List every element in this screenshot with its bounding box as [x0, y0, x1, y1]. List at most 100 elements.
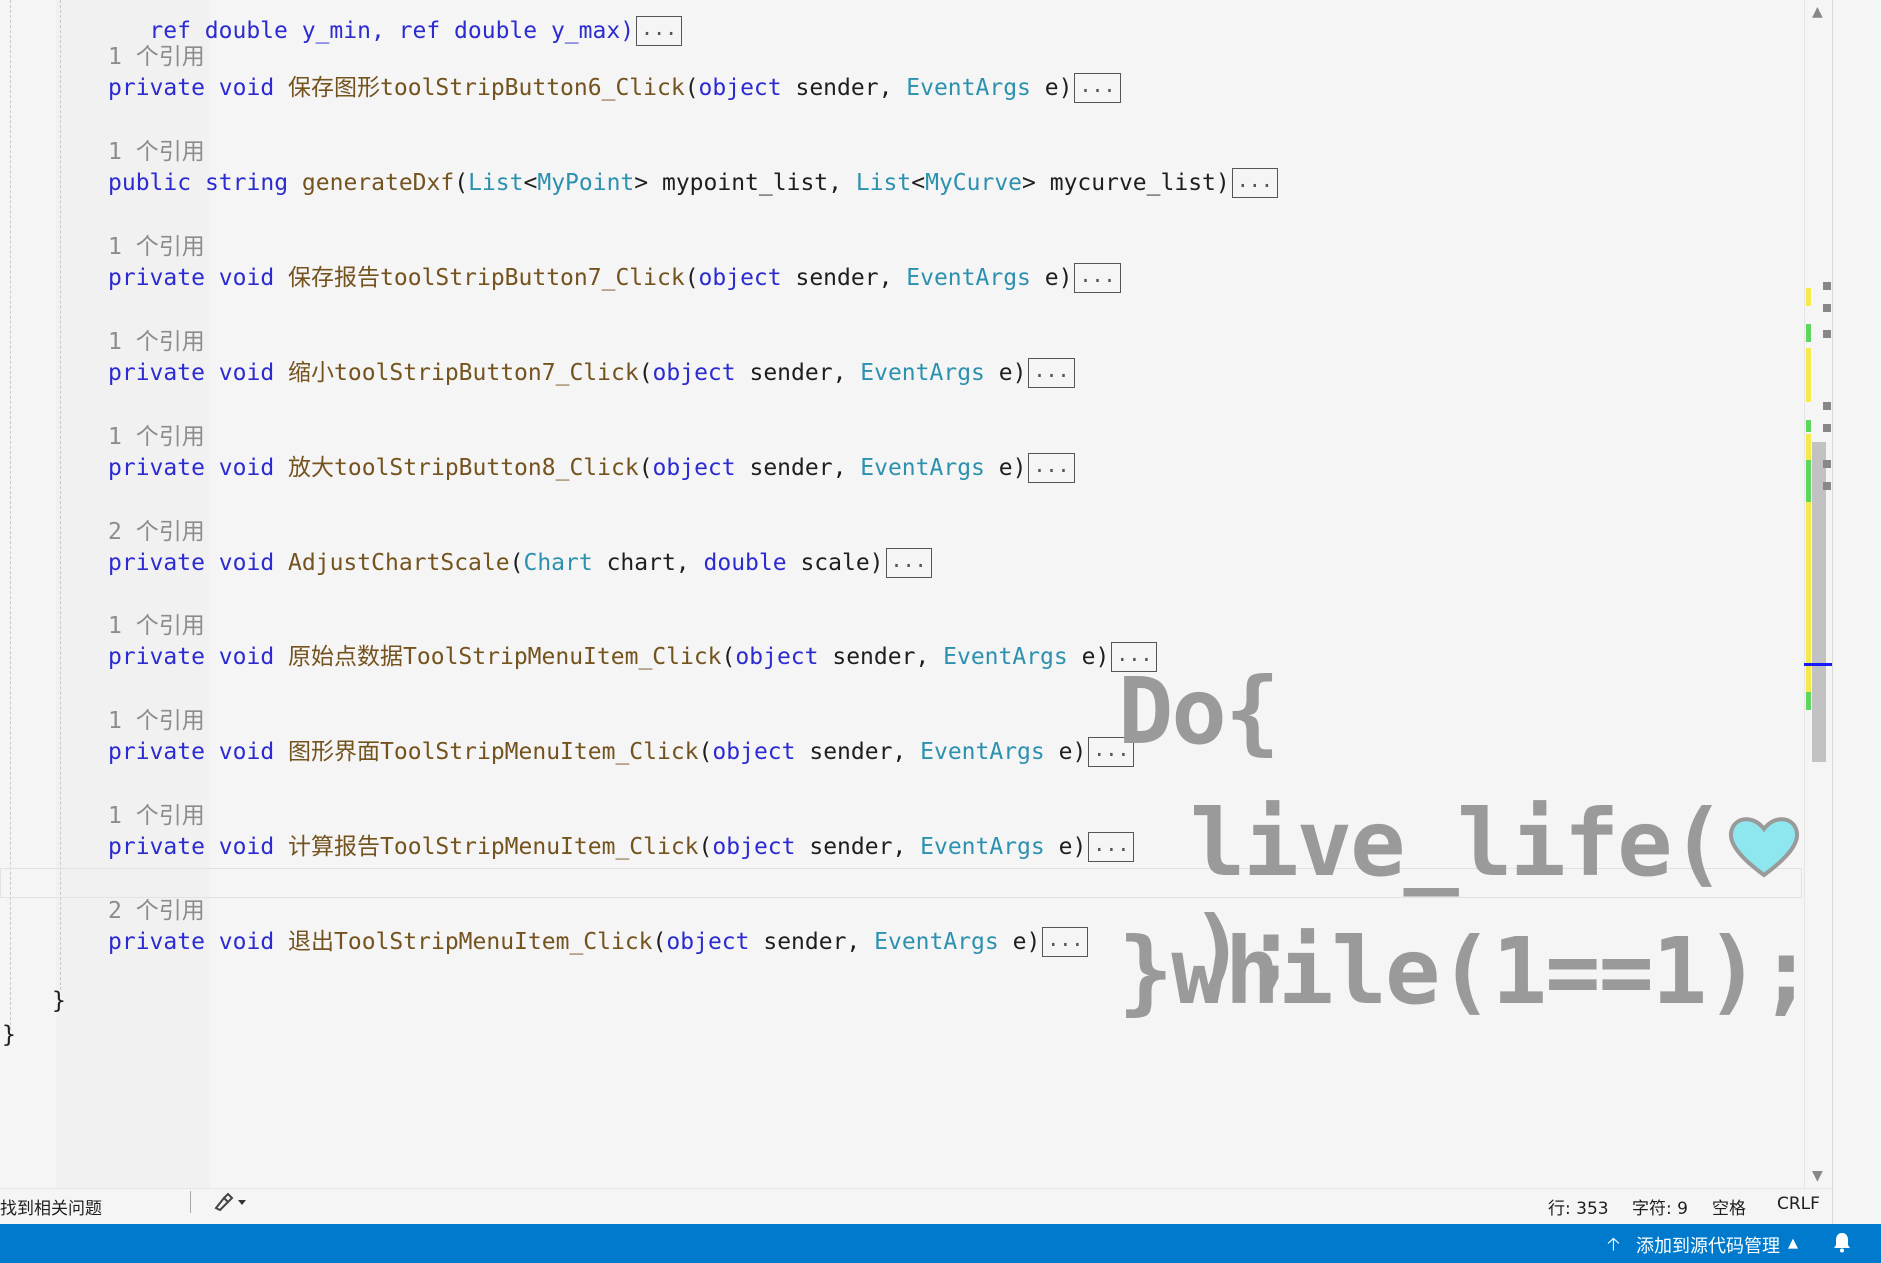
line-number[interactable]: 行: 353: [1548, 1194, 1609, 1219]
char-number[interactable]: 字符: 9: [1632, 1194, 1688, 1219]
code-token: (: [698, 739, 713, 766]
method-signature[interactable]: private void 计算报告ToolStripMenuItem_Click…: [108, 832, 1135, 863]
method-signature[interactable]: private void 保存报告toolStripButton7_Click(…: [108, 262, 1121, 293]
code-token: e): [1044, 739, 1087, 766]
change-marker: [1806, 420, 1811, 432]
code-token: 缩小toolStripButton7_Click: [288, 359, 639, 386]
code-token: void: [218, 739, 275, 766]
scrollbar-thumb[interactable]: [1812, 442, 1826, 762]
method-signature[interactable]: private void 缩小toolStripButton7_Click(ob…: [108, 357, 1075, 388]
change-marker: [1806, 348, 1811, 402]
code-token: List: [855, 169, 912, 196]
reference-count[interactable]: 1 个引用: [108, 232, 205, 262]
code-token: void: [218, 454, 275, 481]
collapsed-block[interactable]: ...: [1074, 262, 1121, 293]
collapsed-block[interactable]: ...: [636, 16, 683, 46]
line-ending[interactable]: CRLF: [1777, 1194, 1820, 1214]
code-token: 计算报告ToolStripMenuItem_Click: [288, 834, 699, 861]
reference-count[interactable]: 1 个引用: [108, 327, 205, 357]
code-token: EventArgs: [920, 834, 1045, 861]
change-marker: [1806, 324, 1811, 342]
method-signature[interactable]: public string generateDxf(List<MyPoint> …: [108, 167, 1278, 198]
fragment-text: ref double y_min, ref double y_max): [149, 18, 635, 44]
code-token: private: [108, 929, 205, 956]
code-token: object: [652, 454, 736, 481]
code-token: public: [108, 169, 192, 196]
indent-mode[interactable]: 空格: [1712, 1194, 1746, 1219]
upload-arrow-icon[interactable]: 🡡: [1607, 1232, 1620, 1262]
source-control-button[interactable]: 添加到源代码管理: [1636, 1232, 1780, 1258]
code-token: EventArgs: [906, 264, 1031, 291]
method-signature[interactable]: private void 放大toolStripButton8_Click(ob…: [108, 452, 1075, 483]
reference-count[interactable]: 1 个引用: [108, 611, 205, 641]
collapsed-block[interactable]: ...: [1231, 167, 1278, 198]
issues-status[interactable]: 找到相关问题: [0, 1194, 102, 1219]
map-marker: [1823, 330, 1831, 338]
code-token: sender,: [795, 834, 921, 861]
code-token: AdjustChartScale: [288, 549, 510, 576]
reference-count[interactable]: 1 个引用: [108, 137, 205, 167]
reference-count[interactable]: 1 个引用: [108, 422, 205, 452]
code-token: e): [1030, 264, 1073, 291]
code-token: object: [666, 929, 750, 956]
bell-icon[interactable]: [1830, 1230, 1854, 1259]
code-token: MyCurve: [925, 169, 1023, 196]
code-token: sender,: [781, 264, 907, 291]
code-token: (: [509, 549, 524, 576]
code-line-fragment[interactable]: ref double y_min, ref double y_max)...: [94, 0, 683, 46]
method-signature[interactable]: private void 原始点数据ToolStripMenuItem_Clic…: [108, 642, 1158, 673]
scroll-up-arrow[interactable]: ▲: [1812, 4, 1823, 20]
method-signature[interactable]: private void 保存图形toolStripButton6_Click(…: [108, 73, 1121, 103]
code-editor[interactable]: ref double y_min, ref double y_max)... 1…: [0, 0, 1832, 1188]
brush-icon[interactable]: [212, 1192, 248, 1217]
reference-count[interactable]: 1 个引用: [108, 706, 205, 736]
collapsed-block[interactable]: ...: [1042, 927, 1089, 958]
reference-count[interactable]: 2 个引用: [108, 517, 205, 547]
code-token: e): [1030, 75, 1073, 101]
method-signature[interactable]: private void 退出ToolStripMenuItem_Click(o…: [108, 927, 1089, 958]
change-marker: [1806, 434, 1811, 460]
reference-count[interactable]: 2 个引用: [108, 896, 205, 926]
code-token: e): [1067, 644, 1110, 671]
caret-up-icon[interactable]: ▲: [1788, 1236, 1798, 1251]
collapsed-block[interactable]: ...: [1028, 452, 1075, 483]
code-token: 保存报告toolStripButton7_Click: [288, 264, 685, 291]
code-token: string: [204, 169, 289, 196]
code-token: object: [735, 644, 819, 671]
code-token: void: [218, 264, 275, 291]
code-token: void: [218, 549, 275, 576]
code-token: (: [698, 834, 713, 861]
code-token: object: [652, 359, 736, 386]
code-token: 保存图形toolStripButton6_Click: [288, 75, 685, 101]
code-token: object: [698, 264, 782, 291]
code-token: (: [454, 169, 469, 196]
method-signature[interactable]: private void 图形界面ToolStripMenuItem_Click…: [108, 737, 1135, 768]
reference-count[interactable]: 1 个引用: [108, 42, 205, 72]
code-token: private: [108, 359, 205, 386]
reference-count[interactable]: 1 个引用: [108, 801, 205, 831]
scroll-down-arrow[interactable]: ▼: [1812, 1168, 1823, 1184]
code-token: MyPoint: [537, 169, 635, 196]
code-token: 放大toolStripButton8_Click: [288, 454, 639, 481]
collapsed-block[interactable]: ...: [1074, 73, 1121, 103]
collapsed-block[interactable]: ...: [1028, 357, 1075, 388]
class-closing-brace: }: [52, 988, 66, 1014]
code-token: sender,: [735, 454, 861, 481]
collapsed-block[interactable]: ...: [1088, 832, 1135, 863]
code-token: > mycurve_list): [1022, 169, 1230, 196]
method-signature[interactable]: private void AdjustChartScale(Chart char…: [108, 547, 932, 578]
code-token: void: [218, 929, 275, 956]
collapsed-block[interactable]: ...: [885, 547, 932, 578]
code-token: object: [712, 739, 796, 766]
